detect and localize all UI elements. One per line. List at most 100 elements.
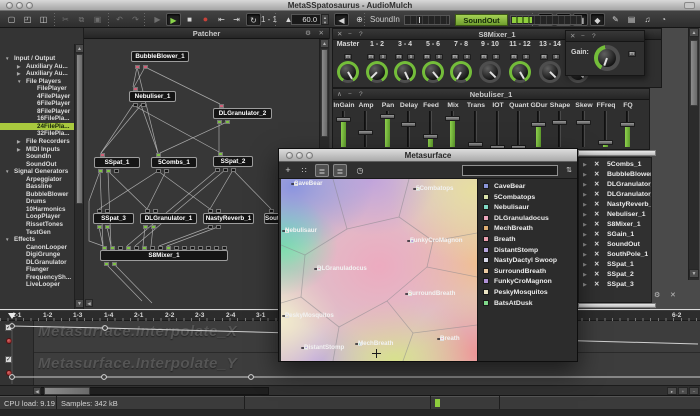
contraption-list-scrollbar[interactable] [578,150,656,156]
tempo-display[interactable]: 60.0 [291,14,321,25]
snapshot-list-item-nebulisaur[interactable]: Nebulisaur [478,202,577,213]
slider-handle-mix[interactable] [445,116,460,121]
slider-track[interactable] [496,111,499,147]
sidebar-item-testgen[interactable]: TestGen [0,229,75,237]
delete-contraption-icon[interactable]: ✕ [594,200,599,210]
patch-port[interactable] [104,262,109,266]
add-snapshot-icon[interactable]: + [281,164,295,177]
patch-node-s8mixer_1[interactable]: S8Mixer_1 [100,250,228,261]
patcher-scroll-left-icon[interactable]: ◀ [85,299,93,307]
mixer-knob[interactable] [539,61,561,83]
contraption-row-s8mixer_1[interactable]: ▶✕S8Mixer_1 [579,220,652,230]
patch-port[interactable] [231,168,236,172]
metasurface-titlebar[interactable]: Metasurface [279,149,577,162]
snapshot-list-item-5combatops[interactable]: 5Combatops [478,192,577,203]
patch-port[interactable] [112,262,117,266]
snapshot-list-item-nastydactyl-swoop[interactable]: NastyDactyl Swoop [478,255,577,266]
redo-icon[interactable]: ↷ [128,13,143,26]
edit-tool-icon[interactable]: ✎ [608,13,623,26]
sidebar-item-file-players[interactable]: ▼File Players [0,78,75,86]
delete-contraption-icon[interactable]: ✕ [594,170,599,180]
open-file-icon[interactable]: ◰ [20,13,35,26]
sidebar-item-drums[interactable]: Drums [0,198,75,206]
scrollbar-thumb[interactable] [76,54,83,204]
slider-handle-feed[interactable] [423,134,438,139]
sidebar-item-bassline[interactable]: Bassline [0,183,75,191]
snapshot-list-item-breath[interactable]: Breath [478,234,577,245]
grid-view-icon[interactable]: ∷ [297,164,311,177]
delete-contraption-icon[interactable]: ✕ [594,250,599,260]
timeline-play-icon[interactable]: ▸ [667,387,677,395]
solo-button[interactable]: s [379,54,387,60]
sidebar-item-soundin[interactable]: SoundIn [0,153,75,161]
slider-handle-fq[interactable] [620,122,635,127]
sidebar-item-arpeggiator[interactable]: Arpeggiator [0,176,75,184]
mute-button[interactable]: m [344,54,352,60]
sidebar-item-file-recorders[interactable]: ▶File Recorders [0,138,75,146]
patch-port[interactable] [164,169,169,173]
scroll-down-icon[interactable]: ▼ [75,299,84,308]
mute-button[interactable]: m [395,54,403,60]
timeline-zoom-out-icon[interactable]: − [689,387,699,395]
sidebar-item-10harmonics[interactable]: 10Harmonics [0,206,75,214]
play-icon[interactable]: ▶ [166,13,181,26]
sidebar-item-bubbleblower[interactable]: BubbleBlower [0,191,75,199]
patcher-close-icon[interactable]: ✕ [319,28,324,39]
patch-port[interactable] [106,169,111,173]
surface-snapshot-mechbreath[interactable]: MechBreath [355,343,361,345]
clock-icon[interactable]: ◔ [656,13,671,26]
patch-node-5combs_1[interactable]: 5Combs_1 [151,157,197,168]
speaker-icon[interactable]: ◀ [334,13,349,26]
slider-handle-trans[interactable] [468,142,483,147]
sidebar-item-digigrunge[interactable]: DigiGrunge [0,251,75,259]
patch-node-sspat_2[interactable]: SSpat_2 [213,156,253,167]
mute-button[interactable]: m [510,54,518,60]
sidebar-item-8fileplayer[interactable]: 8FilePlayer [0,108,75,116]
expand-triangle-icon[interactable]: ▶ [583,250,587,260]
expand-triangle-icon[interactable]: ▶ [583,220,587,230]
timeline-zoom-in-icon[interactable]: + [678,387,688,395]
patch-port[interactable] [215,168,220,172]
mixer-knob[interactable] [337,61,359,83]
patch-port[interactable] [114,169,119,173]
slider-track[interactable] [364,111,367,147]
surface-snapshot-breath[interactable]: Breath [437,338,443,340]
stop-icon[interactable]: ■ [182,13,197,26]
snapshot-list-item-dlgranuladocus[interactable]: DLGranuladocus [478,213,577,224]
patch-node-sspat_1[interactable]: SSpat_1 [94,157,140,168]
patch-port[interactable] [151,225,156,229]
patch-port[interactable] [208,225,213,229]
scrollbar-thumb[interactable] [690,40,698,106]
palette-scrollbar[interactable]: ▲ ▼ [74,44,84,309]
mixer-knob[interactable] [366,61,388,83]
mute-button[interactable]: m [480,54,488,60]
expand-triangle-icon[interactable]: ▶ [583,160,587,170]
sidebar-item-6fileplayer[interactable]: 6FilePlayer [0,100,75,108]
soundout-button[interactable]: SoundOut [455,14,508,26]
expand-triangle-icon[interactable]: ▶ [583,270,587,280]
scroll-up-icon[interactable]: ▲ [320,39,329,48]
dock-scrollbar[interactable]: ▲ ▼ [688,28,699,280]
notes-icon[interactable]: ▤ [624,13,639,26]
gain-help-icon[interactable]: ? [592,31,596,42]
cut-icon[interactable]: ✂ [58,13,73,26]
sidebar-item-auxiliary-au-[interactable]: ▶Auxiliary Au... [0,63,75,71]
sort-icon[interactable]: ⇅ [562,164,576,177]
collapse-triangle-icon[interactable]: ▼ [5,168,9,176]
surface-snapshot-peskymosquitos[interactable]: PeskyMosquitos [282,315,288,317]
contraption-row-dlgranulator_1[interactable]: ▶✕DLGranulator_1 [579,180,652,190]
solo-button[interactable]: s [407,54,415,60]
gain-mute-button[interactable]: m [628,51,636,57]
patch-port[interactable] [143,225,148,229]
mixer-knob[interactable] [422,61,444,83]
sidebar-item-livelooper[interactable]: LiveLooper [0,281,75,289]
undo-icon[interactable]: ↶ [112,13,127,26]
patch-port[interactable] [135,65,140,69]
delete-contraption-icon[interactable]: ✕ [594,210,599,220]
patcher-settings-icon[interactable]: ⚙ [305,28,311,39]
delete-contraption-icon[interactable]: ✕ [594,240,599,250]
solo-button[interactable]: s [552,54,560,60]
surface-snapshot-cavebear[interactable]: CaveBear [291,183,297,185]
slider-handle-delay[interactable] [401,122,416,127]
snapshot-list-item-cavebear[interactable]: CaveBear [478,181,577,192]
